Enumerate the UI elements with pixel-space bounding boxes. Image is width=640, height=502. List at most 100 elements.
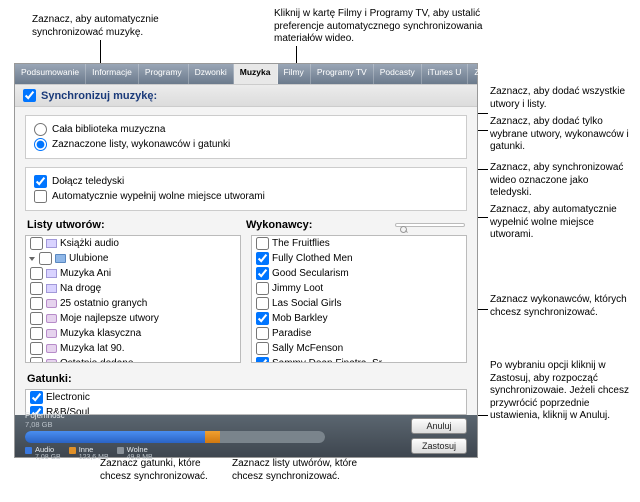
sync-music-label: Synchronizuj muzykę:	[41, 90, 157, 102]
artist-item[interactable]: Fully Clothed Men	[252, 251, 466, 266]
artist-checkbox[interactable]	[256, 237, 269, 250]
genre-item[interactable]: Electronic	[26, 390, 466, 405]
list-icon	[46, 239, 57, 248]
capacity-segment-audio	[25, 431, 205, 443]
artist-item[interactable]: Mob Barkley	[252, 311, 466, 326]
artist-checkbox[interactable]	[256, 267, 269, 280]
playlist-checkbox[interactable]	[30, 237, 43, 250]
itunes-device-panel: PodsumowanieInformacjeProgramyDzwonkiMuz…	[14, 63, 478, 458]
artist-checkbox[interactable]	[256, 297, 269, 310]
radio-entire-library[interactable]	[34, 123, 47, 136]
artist-label: Jimmy Loot	[272, 283, 323, 294]
playlist-item[interactable]: Ulubione	[26, 251, 240, 266]
playlist-item[interactable]: 25 ostatnio granych	[26, 296, 240, 311]
tab-podsumowanie[interactable]: Podsumowanie	[15, 64, 86, 84]
artist-label: Sammy Dean Finatra, Sr.	[272, 358, 384, 363]
tab-itunes-u[interactable]: iTunes U	[422, 64, 469, 84]
cancel-button[interactable]: Anuluj	[411, 418, 467, 434]
tab-podcasty[interactable]: Podcasty	[374, 64, 422, 84]
artist-checkbox[interactable]	[256, 327, 269, 340]
annotation-select-genres: Zaznacz gatunki, które chcesz synchroniz…	[100, 458, 230, 483]
playlist-item[interactable]: Muzyka klasyczna	[26, 326, 240, 341]
smart-icon	[46, 329, 57, 338]
playlists-heading: Listy utworów:	[27, 219, 246, 231]
artist-checkbox[interactable]	[256, 252, 269, 265]
playlist-item[interactable]: Moje najlepsze utwory	[26, 311, 240, 326]
artist-item[interactable]: Paradise	[252, 326, 466, 341]
playlist-label: Na drogę	[60, 283, 101, 294]
checkbox-include-videos[interactable]	[34, 175, 47, 188]
options-section: Dołącz teledyski Automatycznie wypełnij …	[25, 167, 467, 211]
artist-item[interactable]: Sammy Dean Finatra, Sr.	[252, 356, 466, 363]
artist-checkbox[interactable]	[256, 357, 269, 363]
tab-informacje[interactable]: Informacje	[86, 64, 139, 84]
playlist-item[interactable]: Książki audio	[26, 236, 240, 251]
playlist-checkbox[interactable]	[30, 267, 43, 280]
playlist-checkbox[interactable]	[30, 312, 43, 325]
artist-item[interactable]: Jimmy Loot	[252, 281, 466, 296]
artist-label: Las Social Girls	[272, 298, 341, 309]
artist-checkbox[interactable]	[256, 312, 269, 325]
artist-label: Sally McFenson	[272, 343, 343, 354]
playlist-item[interactable]: Muzyka Ani	[26, 266, 240, 281]
playlist-checkbox[interactable]	[30, 297, 43, 310]
tab-programy[interactable]: Programy	[139, 64, 189, 84]
radio-selected-items[interactable]	[34, 138, 47, 151]
annotation-sync-music: Zaznacz, aby automatycznie synchronizowa…	[32, 14, 212, 39]
legend-audio: Audio 7,08 GB	[25, 445, 61, 461]
playlist-checkbox[interactable]	[39, 252, 52, 265]
playlist-label: 25 ostatnio granych	[60, 298, 147, 309]
annotation-apply-cancel: Po wybraniu opcji kliknij w Zastosuj, ab…	[490, 360, 635, 423]
artist-checkbox[interactable]	[256, 282, 269, 295]
annotation-autofill: Zaznacz, aby automatycznie wypełnić woln…	[490, 204, 635, 242]
apply-button[interactable]: Zastosuj	[411, 438, 467, 454]
playlist-label: Muzyka Ani	[60, 268, 111, 279]
smart-icon	[46, 314, 57, 323]
playlist-item[interactable]: Muzyka lat 90.	[26, 341, 240, 356]
playlists-panel[interactable]: Książki audioUlubione Muzyka Ani Na drogę 2…	[25, 235, 241, 363]
disclosure-icon[interactable]	[29, 257, 35, 261]
tab-programy-tv[interactable]: Programy TV	[311, 64, 374, 84]
annotation-add-selected: Zaznacz, aby dodać tylko wybrane utwory,…	[490, 116, 630, 154]
artist-checkbox[interactable]	[256, 342, 269, 355]
playlist-checkbox[interactable]	[30, 342, 43, 355]
search-icon	[400, 226, 407, 233]
artist-item[interactable]: Sally McFenson	[252, 341, 466, 356]
artist-item[interactable]: Las Social Girls	[252, 296, 466, 311]
checkbox-autofill[interactable]	[34, 190, 47, 203]
capacity-segment-free	[220, 431, 325, 443]
artist-label: The Fruitflies	[272, 238, 330, 249]
radio-selected-items-label: Zaznaczone listy, wykonawców i gatunki	[52, 139, 230, 150]
playlist-item[interactable]: Na drogę	[26, 281, 240, 296]
playlist-checkbox[interactable]	[30, 357, 43, 363]
artists-heading: Wykonawcy:	[246, 219, 312, 231]
genre-label: Electronic	[46, 392, 90, 403]
artist-label: Mob Barkley	[272, 313, 328, 324]
tab-zdjęcia[interactable]: Zdjęcia	[468, 64, 508, 84]
playlist-checkbox[interactable]	[30, 327, 43, 340]
list-icon	[46, 269, 57, 278]
sync-music-checkbox[interactable]	[23, 89, 36, 102]
playlist-checkbox[interactable]	[30, 282, 43, 295]
genre-checkbox[interactable]	[30, 391, 43, 404]
playlist-label: Ostatnio dodane	[60, 358, 133, 363]
smart-icon	[46, 359, 57, 363]
tab-dzwonki[interactable]: Dzwonki	[189, 64, 234, 84]
artists-search-input[interactable]	[395, 223, 465, 227]
smart-icon	[46, 299, 57, 308]
tab-filmy[interactable]: Filmy	[278, 64, 311, 84]
capacity-label: Pojemność	[25, 411, 65, 420]
playlist-label: Muzyka klasyczna	[60, 328, 141, 339]
playlist-item[interactable]: Ostatnio dodane	[26, 356, 240, 363]
list-icon	[46, 284, 57, 293]
artists-panel[interactable]: The Fruitflies Fully Clothed Men Good Secu…	[251, 235, 467, 363]
artist-item[interactable]: The Fruitflies	[252, 236, 466, 251]
artist-label: Fully Clothed Men	[272, 253, 353, 264]
artist-label: Good Secularism	[272, 268, 349, 279]
artist-item[interactable]: Good Secularism	[252, 266, 466, 281]
folder-icon	[55, 254, 66, 263]
sync-music-heading: Synchronizuj muzykę:	[15, 84, 477, 107]
legend-other: Inne 123,6 MB	[69, 445, 109, 461]
tab-muzyka[interactable]: Muzyka	[234, 64, 278, 84]
capacity-footer: Pojemność7,08 GB Audio 7,08 GBInne 123,6…	[15, 415, 477, 457]
